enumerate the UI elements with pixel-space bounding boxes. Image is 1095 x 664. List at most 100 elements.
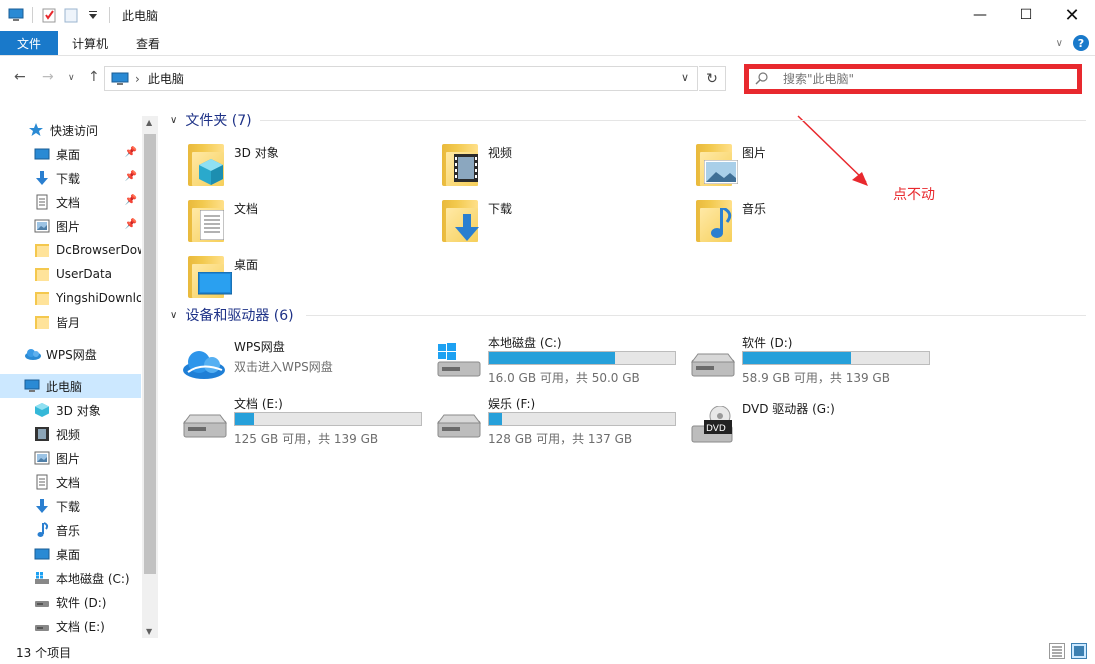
large-icons-view-icon[interactable] <box>1071 643 1087 659</box>
sidebar-item-desktop[interactable]: 桌面 <box>0 542 141 566</box>
folders-group-header[interactable]: ∨ 文件夹 (7) <box>170 110 252 130</box>
device-wps-cloud[interactable]: WPS网盘 双击进入WPS网盘 <box>182 338 432 392</box>
sidebar-item-this-pc[interactable]: 此电脑 <box>0 374 141 398</box>
drive-icon <box>34 618 50 634</box>
address-path[interactable]: 此电脑 <box>148 70 184 87</box>
sidebar-item-3d-objects[interactable]: 3D 对象 <box>0 398 141 422</box>
sidebar-item-downloads[interactable]: 下载 <box>0 494 141 518</box>
minimize-button[interactable]: — <box>957 0 1003 30</box>
picture-icon <box>34 450 50 466</box>
folder-music[interactable]: 音乐 <box>696 196 936 248</box>
sidebar-item-videos[interactable]: 视频 <box>0 422 141 446</box>
quick-access-toolbar <box>8 7 112 23</box>
expand-ribbon-icon[interactable]: ∨ <box>1056 38 1063 49</box>
search-icon <box>755 72 769 86</box>
sidebar-item-dcbrowser[interactable]: DcBrowserDow <box>0 238 141 262</box>
drive-icon <box>182 401 228 441</box>
folder-downloads[interactable]: 下载 <box>442 196 682 248</box>
drive-icon <box>34 594 50 610</box>
pin-icon: 📌 <box>124 171 137 182</box>
device-dvd-g[interactable]: DVD DVD 驱动器 (G:) <box>690 400 940 454</box>
sidebar-item-documents[interactable]: 文档 <box>0 470 141 494</box>
folder-3d-objects[interactable]: 3D 对象 <box>188 140 428 192</box>
status-bar: 13 个项目 <box>0 640 1095 664</box>
device-drive-e[interactable]: 文档 (E:) 125 GB 可用，共 139 GB <box>182 395 432 449</box>
content-pane: ∨ 文件夹 (7) 3D 对象 视频 图片 文档 下载 音乐 桌面 ∨ 设备和驱… <box>160 100 1095 640</box>
new-folder-icon[interactable] <box>63 7 79 23</box>
device-drive-d[interactable]: 软件 (D:) 58.9 GB 可用，共 139 GB <box>690 334 940 388</box>
scroll-up-icon[interactable]: ▲ <box>146 118 152 127</box>
document-icon <box>188 198 224 242</box>
chevron-down-icon: ∨ <box>170 309 178 321</box>
download-icon <box>34 498 50 514</box>
sidebar-item-yingshi[interactable]: YingshiDownlo <box>0 286 141 310</box>
sidebar-item-jieyue[interactable]: 皆月 <box>0 310 141 334</box>
recent-locations-icon[interactable]: ∨ <box>68 73 75 83</box>
folder-pictures[interactable]: 图片 <box>696 140 936 192</box>
desktop-icon <box>34 146 50 162</box>
address-dropdown-icon[interactable]: ∨ <box>681 71 689 84</box>
up-arrow-icon[interactable]: ↑ <box>88 69 100 85</box>
tab-file[interactable]: 文件 <box>0 31 58 55</box>
drive-icon <box>690 340 736 380</box>
star-icon <box>28 122 44 138</box>
back-arrow-icon[interactable]: ← <box>14 69 26 85</box>
details-view-icon[interactable] <box>1049 643 1065 659</box>
close-button[interactable]: ✕ <box>1049 0 1095 30</box>
capacity-bar <box>488 351 676 365</box>
device-drive-f[interactable]: 娱乐 (F:) 128 GB 可用，共 137 GB <box>436 395 686 449</box>
cube-icon <box>34 402 50 418</box>
sidebar-item-drive-c[interactable]: 本地磁盘 (C:) <box>0 566 141 590</box>
music-icon <box>696 198 732 242</box>
computer-icon <box>24 378 40 394</box>
window-title: 此电脑 <box>122 8 159 23</box>
picture-icon <box>34 218 50 234</box>
tab-computer[interactable]: 计算机 <box>58 31 122 55</box>
folder-icon <box>34 314 50 330</box>
sidebar-item-drive-d[interactable]: 软件 (D:) <box>0 590 141 614</box>
address-row: ← → ∨ ↑ › 此电脑 ∨ ↻ <box>0 62 1095 94</box>
sidebar-item-downloads-pinned[interactable]: 下载 📌 <box>0 166 141 190</box>
video-icon <box>34 426 50 442</box>
cloud-icon <box>24 346 41 362</box>
sidebar-item-desktop-pinned[interactable]: 桌面 📌 <box>0 142 141 166</box>
scroll-down-icon[interactable]: ▼ <box>146 627 152 636</box>
devices-group-header[interactable]: ∨ 设备和驱动器 (6) <box>170 305 294 325</box>
tab-view[interactable]: 查看 <box>122 31 174 55</box>
folder-videos[interactable]: 视频 <box>442 140 682 192</box>
maximize-button[interactable]: ☐ <box>1003 0 1049 30</box>
sidebar-scrollbar[interactable]: ▲ ▼ <box>142 116 158 638</box>
refresh-button[interactable]: ↻ <box>699 66 726 91</box>
windows-drive-icon <box>436 340 482 380</box>
sidebar-item-music[interactable]: 音乐 <box>0 518 141 542</box>
help-icon[interactable]: ? <box>1073 35 1089 51</box>
properties-icon[interactable] <box>41 7 57 23</box>
capacity-bar <box>234 412 422 426</box>
forward-arrow-icon[interactable]: → <box>42 69 54 85</box>
path-separator: › <box>135 71 140 86</box>
sidebar-item-drive-e[interactable]: 文档 (E:) <box>0 614 141 638</box>
music-icon <box>34 522 50 538</box>
pin-icon: 📌 <box>124 147 137 158</box>
sidebar-item-pictures-pinned[interactable]: 图片 📌 <box>0 214 141 238</box>
sidebar-item-pictures[interactable]: 图片 <box>0 446 141 470</box>
sidebar-item-userdata[interactable]: UserData <box>0 262 141 286</box>
video-icon <box>442 142 478 186</box>
address-bar[interactable]: › 此电脑 ∨ <box>104 66 698 91</box>
sidebar-item-wps-cloud[interactable]: WPS网盘 <box>0 342 141 366</box>
sidebar-item-documents-pinned[interactable]: 文档 📌 <box>0 190 141 214</box>
search-input[interactable] <box>783 72 1043 86</box>
capacity-fill <box>489 413 503 425</box>
cube-icon <box>188 142 224 186</box>
search-box[interactable] <box>744 64 1082 94</box>
folder-documents[interactable]: 文档 <box>188 196 428 248</box>
device-drive-c[interactable]: 本地磁盘 (C:) 16.0 GB 可用，共 50.0 GB <box>436 334 686 388</box>
cloud-icon <box>182 344 228 384</box>
customize-dropdown-icon[interactable] <box>85 7 101 23</box>
scrollbar-thumb[interactable] <box>144 134 156 574</box>
dvd-icon: DVD <box>690 405 736 446</box>
sidebar-item-quick-access[interactable]: 快速访问 <box>0 118 141 142</box>
folder-desktop[interactable]: 桌面 <box>188 252 428 304</box>
folder-icon <box>34 242 50 258</box>
drive-icon <box>436 401 482 441</box>
